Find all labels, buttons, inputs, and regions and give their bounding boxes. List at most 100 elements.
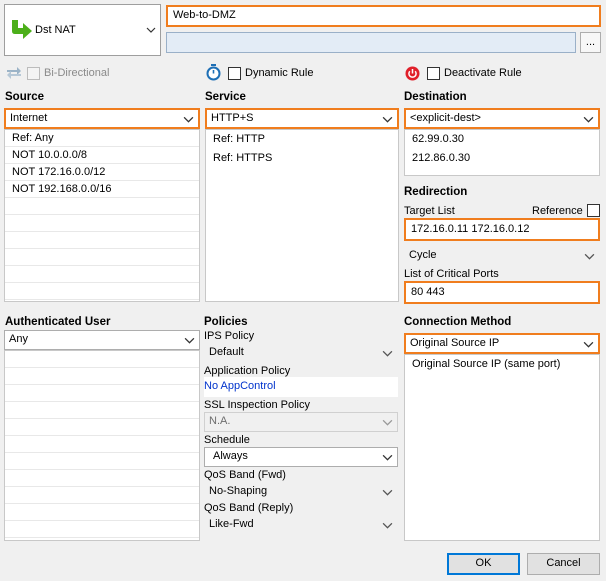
schedule-value: Always [213,450,248,462]
chevron-down-icon [382,350,393,357]
source-select[interactable]: Internet [4,108,200,129]
critical-ports-input[interactable]: 80 443 [404,281,600,304]
list-item[interactable]: 62.99.0.30 [405,130,599,149]
redirection-mode-select[interactable]: Cycle [404,246,600,266]
chevron-down-icon [583,341,594,348]
ips-policy-value: Default [209,346,244,358]
critical-ports-label: List of Critical Ports [404,268,499,280]
service-list[interactable]: Ref: HTTP Ref: HTTPS [205,129,399,302]
list-item-empty[interactable] [5,504,199,521]
list-item-empty[interactable] [5,436,199,453]
list-item-empty[interactable] [5,470,199,487]
schedule-label: Schedule [204,434,250,446]
bidirectional-label: Bi-Directional [44,67,110,79]
service-selected-value: HTTP+S [211,112,254,124]
list-item-empty[interactable] [5,487,199,504]
dynamic-rule-checkbox[interactable] [228,67,241,80]
list-item[interactable]: Ref: HTTP [206,130,398,149]
bidirectional-checkbox[interactable] [27,67,40,80]
list-item-empty[interactable] [5,521,199,538]
list-item-empty[interactable] [5,266,199,283]
destination-header: Destination [404,91,467,103]
app-policy-label: Application Policy [204,365,291,377]
list-item-empty[interactable] [5,419,199,436]
ips-policy-label: IPS Policy [204,330,255,342]
chevron-down-icon [146,27,156,33]
auth-user-select[interactable]: Any [4,330,200,350]
list-item[interactable]: Ref: HTTPS [206,149,398,168]
service-select[interactable]: HTTP+S [205,108,399,129]
chevron-down-icon [382,489,393,496]
list-item[interactable]: NOT 10.0.0.0/8 [5,147,199,164]
auth-user-selected-value: Any [9,333,28,345]
list-item-empty[interactable] [5,402,199,419]
comment-input[interactable] [166,32,576,53]
qos-fwd-value: No-Shaping [209,485,268,497]
chevron-down-icon [382,116,393,123]
connection-selected-value: Original Source IP [410,337,500,349]
green-arrow-icon [12,20,32,39]
list-item-empty[interactable] [5,368,199,385]
redirection-mode-value: Cycle [409,249,437,261]
list-item[interactable]: Original Source IP (same port) [405,355,599,373]
connection-header: Connection Method [404,316,512,328]
dynamic-rule-label: Dynamic Rule [245,67,314,79]
app-policy-link[interactable]: No AppControl [204,377,398,397]
reference-label: Reference [532,205,583,217]
deactivate-rule-label: Deactivate Rule [444,67,522,79]
list-item[interactable]: 212.86.0.30 [405,149,599,168]
rule-name-input[interactable]: Web-to-DMZ [166,5,601,27]
ok-button[interactable]: OK [447,553,520,575]
list-item-empty[interactable] [5,453,199,470]
qos-fwd-label: QoS Band (Fwd) [204,469,286,481]
chevron-down-icon [584,253,595,260]
redirection-header: Redirection [404,186,468,198]
ssl-policy-label: SSL Inspection Policy [204,399,310,411]
service-header: Service [205,91,246,103]
list-item-empty[interactable] [5,232,199,249]
target-list-input[interactable]: 172.16.0.11 172.16.0.12 [404,218,600,241]
list-item-empty[interactable] [5,385,199,402]
list-item-empty[interactable] [5,198,199,215]
ssl-policy-select[interactable]: N.A. [204,412,398,432]
source-selected-value: Internet [10,112,48,124]
stopwatch-icon [206,64,221,81]
chevron-down-icon [382,454,393,461]
chevron-down-icon [583,116,594,123]
connection-select[interactable]: Original Source IP [404,333,600,354]
connection-list[interactable]: Original Source IP (same port) [404,354,600,541]
source-list[interactable]: Ref: Any NOT 10.0.0.0/8 NOT 172.16.0.0/1… [4,129,200,302]
qos-fwd-select[interactable]: No-Shaping [204,482,398,502]
auth-user-list[interactable] [4,350,200,541]
schedule-select[interactable]: Always [204,447,398,467]
reference-checkbox[interactable] [587,204,600,217]
power-icon [405,66,420,81]
more-button[interactable]: ... [580,32,601,53]
rule-type-selector[interactable]: Dst NAT [4,4,161,56]
target-list-label: Target List [404,205,455,217]
chevron-down-icon [183,116,194,123]
list-item-empty[interactable] [5,215,199,232]
destination-select[interactable]: <explicit-dest> [404,108,600,129]
chevron-down-icon [382,419,393,426]
list-item-empty[interactable] [5,283,199,300]
list-item[interactable]: NOT 172.16.0.0/12 [5,164,199,181]
destination-list[interactable]: 62.99.0.30 212.86.0.30 [404,129,600,176]
list-item[interactable]: NOT 192.168.0.0/16 [5,181,199,198]
list-item[interactable]: Ref: Any [5,130,199,147]
auth-user-header: Authenticated User [5,316,111,328]
source-header: Source [5,91,44,103]
chevron-down-icon [382,522,393,529]
qos-reply-value: Like-Fwd [209,518,254,530]
list-item-empty[interactable] [5,249,199,266]
ssl-policy-value: N.A. [209,415,231,427]
rule-type-label: Dst NAT [35,24,76,36]
cancel-button[interactable]: Cancel [527,553,600,575]
ips-policy-select[interactable]: Default [204,343,398,363]
qos-reply-select[interactable]: Like-Fwd [204,515,398,535]
policies-header: Policies [204,316,248,328]
destination-selected-value: <explicit-dest> [410,112,481,124]
list-item-empty[interactable] [5,351,199,368]
qos-reply-label: QoS Band (Reply) [204,502,294,514]
deactivate-rule-checkbox[interactable] [427,67,440,80]
